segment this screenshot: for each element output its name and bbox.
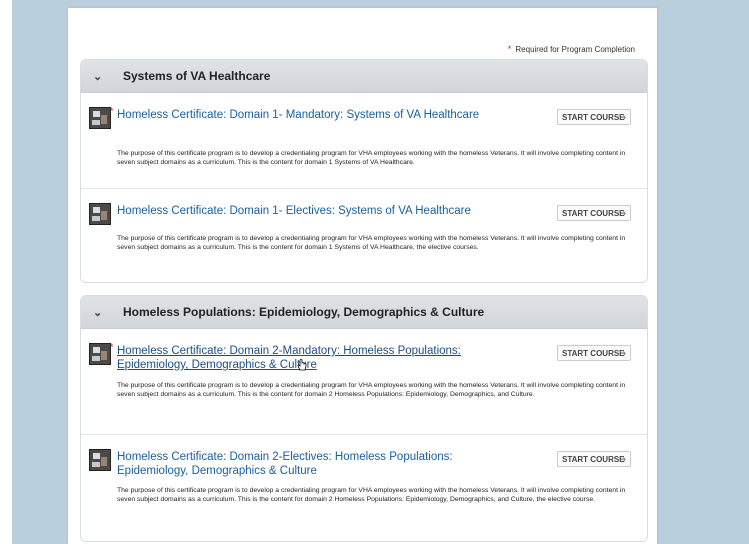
course-description: The purpose of this certificate program … bbox=[117, 382, 626, 398]
required-legend: * Required for Program Completion bbox=[508, 44, 635, 54]
chevron-down-icon[interactable]: ⌄ bbox=[93, 70, 123, 83]
course-description: The purpose of this certificate program … bbox=[117, 235, 626, 251]
course-item: Homeless Certificate: Domain 2-Electives… bbox=[81, 435, 647, 541]
course-thumbnail-icon bbox=[89, 107, 111, 129]
course-list-page: * Required for Program Completion ⌄ Syste… bbox=[68, 8, 657, 544]
section-title: Systems of VA Healthcare bbox=[123, 69, 271, 83]
hand-cursor-icon bbox=[297, 359, 307, 371]
start-course-label: START COURSE bbox=[562, 113, 625, 122]
course-title-link[interactable]: Homeless Certificate: Domain 1- Mandator… bbox=[117, 108, 497, 122]
course-item: Homeless Certificate: Domain 1- Elective… bbox=[81, 189, 647, 282]
course-thumbnail-icon bbox=[89, 343, 111, 365]
course-description: The purpose of this certificate program … bbox=[117, 487, 626, 503]
start-course-button[interactable]: START COURSE › bbox=[557, 205, 631, 221]
required-star: * bbox=[507, 44, 512, 54]
start-course-button[interactable]: START COURSE › bbox=[557, 109, 631, 125]
chevron-down-icon[interactable]: ⌄ bbox=[93, 306, 123, 319]
course-item: * Homeless Certificate: Domain 2-Mandato… bbox=[81, 329, 647, 435]
required-legend-text: Required for Program Completion bbox=[515, 45, 635, 54]
section-homeless-populations: ⌄ Homeless Populations: Epidemiology, De… bbox=[80, 295, 648, 542]
course-thumbnail-icon bbox=[89, 449, 111, 471]
section-header[interactable]: ⌄ Homeless Populations: Epidemiology, De… bbox=[81, 296, 647, 329]
section-header[interactable]: ⌄ Systems of VA Healthcare bbox=[81, 60, 647, 93]
start-course-label: START COURSE bbox=[562, 209, 625, 218]
window-edge bbox=[0, 0, 12, 544]
course-title-link[interactable]: Homeless Certificate: Domain 2-Electives… bbox=[117, 450, 497, 478]
required-star: * bbox=[110, 106, 114, 116]
chevron-right-icon: › bbox=[622, 454, 626, 465]
chevron-right-icon: › bbox=[622, 112, 626, 123]
section-systems-of-va-healthcare: ⌄ Systems of VA Healthcare * Homeless Ce… bbox=[80, 59, 648, 283]
required-star: * bbox=[110, 342, 114, 352]
start-course-button[interactable]: START COURSE › bbox=[557, 345, 631, 361]
start-course-label: START COURSE bbox=[562, 349, 625, 358]
section-title: Homeless Populations: Epidemiology, Demo… bbox=[123, 305, 485, 319]
chevron-right-icon: › bbox=[622, 208, 626, 219]
start-course-button[interactable]: START COURSE › bbox=[557, 451, 631, 467]
chevron-right-icon: › bbox=[622, 348, 626, 359]
course-title-link[interactable]: Homeless Certificate: Domain 2-Mandatory… bbox=[117, 344, 497, 372]
course-thumbnail-icon bbox=[89, 203, 111, 225]
start-course-label: START COURSE bbox=[562, 455, 625, 464]
course-item: * Homeless Certificate: Domain 1- Mandat… bbox=[81, 93, 647, 189]
course-description: The purpose of this certificate program … bbox=[117, 150, 626, 166]
course-title-link[interactable]: Homeless Certificate: Domain 1- Elective… bbox=[117, 204, 497, 218]
